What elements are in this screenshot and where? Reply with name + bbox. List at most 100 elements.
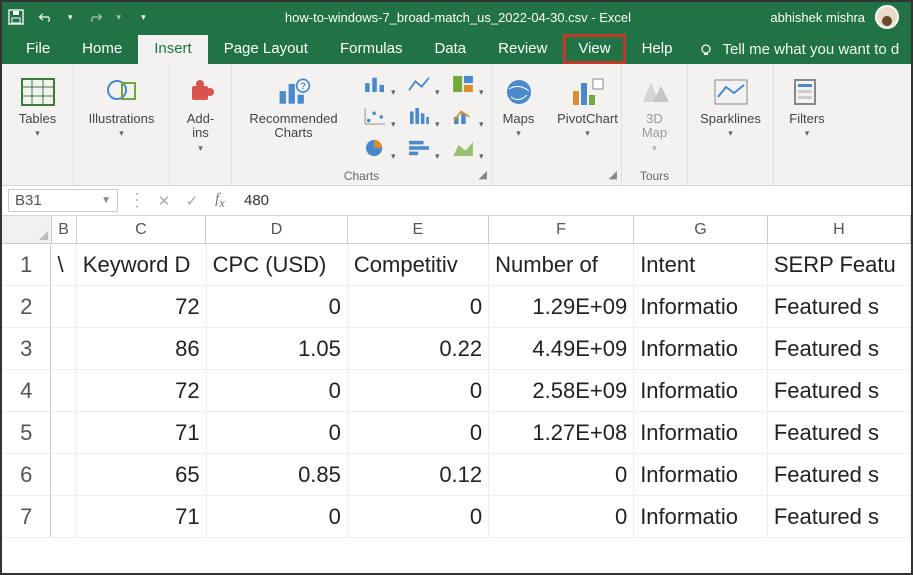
cell[interactable]: 71 — [77, 496, 207, 538]
cell[interactable]: 0 — [348, 370, 489, 412]
cell[interactable]: Informatio — [634, 286, 768, 328]
cell[interactable]: Informatio — [634, 370, 768, 412]
tab-data[interactable]: Data — [418, 35, 482, 64]
name-box[interactable]: B31 ▼ — [8, 189, 118, 212]
tables-button[interactable]: Tables ▾ — [3, 70, 73, 139]
col-header-E[interactable]: E — [348, 216, 489, 244]
tab-page-layout[interactable]: Page Layout — [208, 35, 324, 64]
redo-icon[interactable] — [87, 9, 103, 25]
select-all-corner[interactable] — [2, 216, 52, 244]
cell[interactable]: 65 — [77, 454, 207, 496]
col-header-D[interactable]: D — [206, 216, 347, 244]
cell[interactable]: 0 — [348, 412, 489, 454]
filters-button[interactable]: Filters ▾ — [780, 70, 834, 139]
cell[interactable]: 4.49E+09 — [489, 328, 634, 370]
cell[interactable]: 0.85 — [207, 454, 348, 496]
cell[interactable]: Keyword D — [77, 244, 207, 286]
tell-me-search[interactable]: Tell me what you want to d — [698, 41, 899, 64]
cell[interactable]: 72 — [77, 370, 207, 412]
account-avatar[interactable] — [875, 5, 899, 29]
tab-view[interactable]: View — [563, 34, 625, 64]
account-name[interactable]: abhishek mishra — [770, 10, 865, 25]
row-header[interactable]: 1 — [2, 244, 51, 286]
cell[interactable]: \ — [51, 244, 76, 286]
pie-chart-icon[interactable]: ▾ — [356, 134, 394, 162]
cell[interactable]: Informatio — [634, 454, 768, 496]
cell[interactable]: 0 — [489, 454, 634, 496]
statistic-chart-icon[interactable]: ▾ — [400, 102, 438, 130]
spreadsheet-grid[interactable]: B C D E F G H 1 \ Keyword D CPC (USD) Co… — [2, 216, 911, 538]
charts-dialog-launcher-icon[interactable]: ◢ — [479, 168, 487, 181]
row-header[interactable]: 4 — [2, 370, 51, 412]
row-header[interactable]: 6 — [2, 454, 51, 496]
col-header-C[interactable]: C — [77, 216, 207, 244]
tab-insert[interactable]: Insert — [138, 35, 208, 64]
column-chart-icon[interactable]: ▾ — [356, 70, 394, 98]
cell[interactable]: Featured s — [768, 496, 911, 538]
col-header-B[interactable]: B — [52, 216, 77, 244]
cell[interactable]: Featured s — [768, 286, 911, 328]
cell[interactable]: 0 — [489, 496, 634, 538]
col-header-H[interactable]: H — [768, 216, 911, 244]
row-header[interactable]: 5 — [2, 412, 51, 454]
cell[interactable] — [51, 454, 76, 496]
cell[interactable]: SERP Featu — [768, 244, 911, 286]
cell[interactable]: 72 — [77, 286, 207, 328]
illustrations-button[interactable]: Illustrations ▾ — [80, 70, 164, 139]
fx-icon[interactable]: fx — [206, 191, 234, 211]
redo-dropdown-icon[interactable]: ▾ — [117, 12, 122, 23]
cell[interactable] — [51, 412, 76, 454]
chevron-down-icon[interactable]: ▼ — [101, 195, 111, 206]
row-header[interactable]: 2 — [2, 286, 51, 328]
cell[interactable]: Informatio — [634, 412, 768, 454]
cell[interactable]: 0 — [348, 496, 489, 538]
cell[interactable] — [51, 286, 76, 328]
cell[interactable]: 1.27E+08 — [489, 412, 634, 454]
row-header[interactable]: 7 — [2, 496, 51, 538]
cell[interactable]: 71 — [77, 412, 207, 454]
undo-dropdown-icon[interactable]: ▾ — [68, 12, 73, 23]
cell[interactable]: Competitiv — [348, 244, 489, 286]
tab-file[interactable]: File — [10, 35, 66, 64]
cell[interactable]: Featured s — [768, 328, 911, 370]
tab-help[interactable]: Help — [626, 35, 689, 64]
bar-chart-icon[interactable]: ▾ — [400, 134, 438, 162]
cell[interactable] — [51, 496, 76, 538]
cell[interactable]: 0.22 — [348, 328, 489, 370]
cell[interactable]: Featured s — [768, 412, 911, 454]
combo-chart-icon[interactable]: ▾ — [444, 102, 482, 130]
cell[interactable]: 86 — [77, 328, 207, 370]
save-icon[interactable] — [8, 9, 24, 25]
formula-input[interactable]: 480 — [234, 192, 911, 209]
cell[interactable]: 0 — [207, 496, 348, 538]
addins-button[interactable]: Add- ins ▾ — [176, 70, 226, 154]
cell[interactable]: Featured s — [768, 370, 911, 412]
cell[interactable] — [51, 328, 76, 370]
cell[interactable] — [51, 370, 76, 412]
sparklines-button[interactable]: Sparklines ▾ — [694, 70, 768, 139]
cell[interactable]: 1.29E+09 — [489, 286, 634, 328]
tab-review[interactable]: Review — [482, 35, 563, 64]
cell[interactable]: 0 — [348, 286, 489, 328]
cell[interactable]: Featured s — [768, 454, 911, 496]
enter-formula-icon[interactable]: ✓ — [178, 192, 206, 210]
3d-map-button[interactable]: 3D Map ▾ — [628, 70, 682, 154]
cell[interactable]: Intent — [634, 244, 768, 286]
col-header-F[interactable]: F — [489, 216, 634, 244]
cell[interactable]: Informatio — [634, 496, 768, 538]
tab-formulas[interactable]: Formulas — [324, 35, 419, 64]
scatter-chart-icon[interactable]: ▾ — [356, 102, 394, 130]
line-chart-icon[interactable]: ▾ — [400, 70, 438, 98]
recommended-charts-button[interactable]: ? Recommended Charts — [242, 70, 346, 141]
cell[interactable]: 0 — [207, 286, 348, 328]
surface-chart-icon[interactable]: ▾ — [444, 134, 482, 162]
col-header-G[interactable]: G — [634, 216, 768, 244]
cell[interactable]: 0 — [207, 412, 348, 454]
row-header[interactable]: 3 — [2, 328, 51, 370]
cell[interactable]: 0 — [207, 370, 348, 412]
tab-home[interactable]: Home — [66, 35, 138, 64]
maps-button[interactable]: Maps ▾ — [493, 70, 545, 139]
cell[interactable]: 1.05 — [207, 328, 348, 370]
cell[interactable]: Informatio — [634, 328, 768, 370]
hierarchy-chart-icon[interactable]: ▾ — [444, 70, 482, 98]
